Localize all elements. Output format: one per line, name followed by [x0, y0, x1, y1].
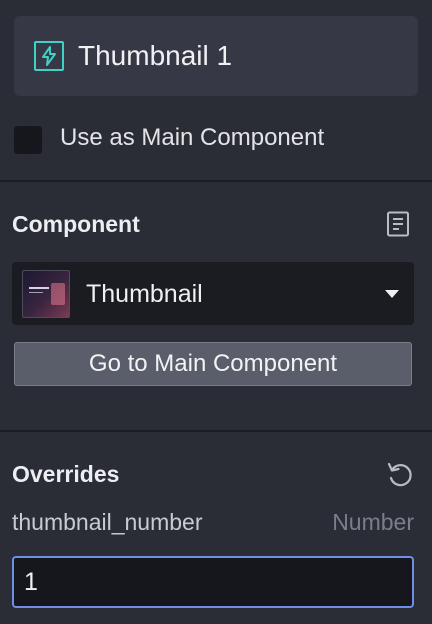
- section-divider: [0, 180, 432, 182]
- document-icon[interactable]: [386, 211, 410, 237]
- override-property-type: Number: [332, 509, 414, 535]
- selected-component-name: Thumbnail: [86, 280, 203, 308]
- chevron-down-icon: [385, 290, 399, 298]
- component-section-title: Component: [12, 211, 140, 237]
- reset-icon[interactable]: [386, 461, 414, 489]
- properties-panel: Thumbnail 1 Use as Main Component Compon…: [0, 0, 432, 624]
- override-property-name: thumbnail_number: [12, 509, 203, 535]
- section-divider: [0, 430, 432, 432]
- lightning-bolt-icon: [34, 41, 64, 71]
- override-value-input[interactable]: [12, 556, 414, 608]
- component-thumbnail-image: [22, 270, 70, 318]
- main-component-checkbox[interactable]: [14, 126, 42, 154]
- overrides-section-title: Overrides: [12, 461, 120, 487]
- go-to-main-component-button[interactable]: Go to Main Component: [14, 342, 412, 386]
- instance-title: Thumbnail 1: [78, 40, 233, 71]
- main-component-checkbox-label[interactable]: Use as Main Component: [60, 124, 324, 152]
- component-select[interactable]: Thumbnail: [12, 262, 414, 325]
